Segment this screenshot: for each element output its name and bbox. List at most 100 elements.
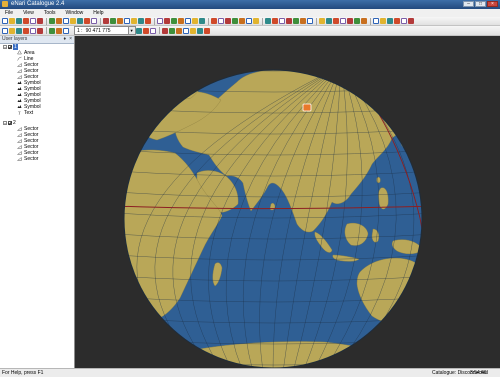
toolbar1-tool-icon[interactable] bbox=[110, 18, 116, 24]
toolbar2-tool-icon[interactable] bbox=[196, 27, 203, 34]
toolbar1-tool-icon[interactable] bbox=[340, 18, 346, 24]
toolbar1-tool-icon[interactable] bbox=[272, 18, 278, 24]
marker-icon[interactable] bbox=[302, 103, 312, 112]
toolbar1-tool-icon[interactable] bbox=[49, 18, 55, 24]
toolbar2-tool-icon[interactable] bbox=[23, 27, 29, 34]
toolbar1-tool-icon[interactable] bbox=[70, 18, 76, 24]
layer-group[interactable]: −1 bbox=[3, 44, 18, 50]
toolbar1-tool-icon[interactable] bbox=[380, 18, 386, 24]
selected-marker[interactable] bbox=[302, 103, 312, 112]
toolbar2-tool-icon[interactable] bbox=[142, 27, 149, 34]
toolbar1-tool-icon[interactable] bbox=[138, 18, 144, 24]
toolbar2-tool-icon[interactable] bbox=[49, 27, 55, 34]
toolbar1-tool-icon[interactable] bbox=[117, 18, 123, 24]
toolbar1-tool-icon[interactable] bbox=[232, 18, 238, 24]
toolbar2-tool-icon[interactable] bbox=[175, 27, 182, 34]
toolbar1-tool-icon[interactable] bbox=[326, 18, 332, 24]
toolbar1-tool-icon[interactable] bbox=[361, 18, 367, 24]
toolbar1-tool-icon[interactable] bbox=[185, 18, 191, 24]
toolbar1-tool-icon[interactable] bbox=[293, 18, 299, 24]
menu-file[interactable]: File bbox=[0, 9, 18, 17]
pin-icon[interactable]: ♦ bbox=[63, 36, 66, 43]
toolbar1-tool-icon[interactable] bbox=[211, 18, 217, 24]
toolbar1-tool-icon[interactable] bbox=[394, 18, 400, 24]
toolbar1-tool-icon[interactable] bbox=[178, 18, 184, 24]
toolbar1-tool-icon[interactable] bbox=[84, 18, 90, 24]
toolbar1-tool-icon[interactable] bbox=[37, 18, 43, 24]
toolbar1-tool-icon[interactable] bbox=[347, 18, 353, 24]
toolbar1-tool-icon[interactable] bbox=[354, 18, 360, 24]
toolbar1-tool-icon[interactable] bbox=[279, 18, 285, 24]
maximize-button[interactable]: □ bbox=[475, 1, 486, 7]
toolbar2-tool-icon[interactable] bbox=[161, 27, 168, 34]
chevron-down-icon[interactable]: ▼ bbox=[127, 27, 135, 34]
toolbar1-tool-icon[interactable] bbox=[401, 18, 407, 24]
menu-help[interactable]: Help bbox=[88, 9, 108, 17]
toolbar2-tool-icon[interactable] bbox=[16, 27, 22, 34]
toolbar1-tool-icon[interactable] bbox=[124, 18, 130, 24]
layer-group[interactable]: −2 bbox=[3, 120, 16, 126]
toolbar1-tool-icon[interactable] bbox=[225, 18, 231, 24]
toolbar2-tool-icon[interactable] bbox=[203, 27, 210, 34]
toolbar2-tool-icon[interactable] bbox=[2, 27, 8, 34]
toolbar2-tool-icon[interactable] bbox=[135, 27, 142, 34]
toolbar1-tool-icon[interactable] bbox=[300, 18, 306, 24]
toolbar1-tool-icon[interactable] bbox=[199, 18, 205, 24]
toolbar2-tool-icon[interactable] bbox=[30, 27, 36, 34]
toolbar2-tool-icon[interactable] bbox=[149, 27, 156, 34]
toolbar1-tool-icon[interactable] bbox=[218, 18, 224, 24]
toolbar1-tool-icon[interactable] bbox=[30, 18, 36, 24]
toolbar1-tool-icon[interactable] bbox=[9, 18, 15, 24]
toolbar1-tool-icon[interactable] bbox=[16, 18, 22, 24]
toolbar1-tool-icon[interactable] bbox=[171, 18, 177, 24]
toolbar1-tool-icon[interactable] bbox=[103, 18, 109, 24]
toolbar2-tool-icon[interactable] bbox=[182, 27, 189, 34]
toolbar1-tool-icon[interactable] bbox=[246, 18, 252, 24]
toolbar-separator bbox=[154, 17, 155, 25]
collapse-icon[interactable]: − bbox=[3, 45, 7, 50]
toolbar2-tool-icon[interactable] bbox=[56, 27, 62, 34]
toolbar1-tool-icon[interactable] bbox=[23, 18, 29, 24]
collapse-icon[interactable]: − bbox=[3, 121, 7, 126]
menu-view[interactable]: View bbox=[18, 9, 39, 17]
toolbar1-tool-icon[interactable] bbox=[192, 18, 198, 24]
toolbar1-tool-icon[interactable] bbox=[77, 18, 83, 24]
toolbar1-tool-icon[interactable] bbox=[307, 18, 313, 24]
visibility-checkbox[interactable] bbox=[8, 121, 12, 125]
close-button[interactable]: × bbox=[487, 1, 498, 7]
scale-combobox[interactable]: 1 :90 471 775 ▼ bbox=[74, 26, 136, 35]
toolbar1-tool-icon[interactable] bbox=[286, 18, 292, 24]
toolbar1-tool-icon[interactable] bbox=[145, 18, 151, 24]
scale-input[interactable]: 90 471 775 bbox=[85, 28, 128, 34]
toolbar2-tool-icon[interactable] bbox=[189, 27, 196, 34]
panel-close-icon[interactable]: × bbox=[69, 36, 72, 43]
toolbar1-tool-icon[interactable] bbox=[2, 18, 8, 24]
toolbar1-tool-icon[interactable] bbox=[387, 18, 393, 24]
toolbar2-tool-icon[interactable] bbox=[37, 27, 43, 34]
toolbar2-tool-icon[interactable] bbox=[63, 27, 69, 34]
toolbar1-tool-icon[interactable] bbox=[91, 18, 97, 24]
toolbar1-tool-icon[interactable] bbox=[239, 18, 245, 24]
visibility-checkbox[interactable] bbox=[8, 45, 12, 49]
toolbar1-tool-icon[interactable] bbox=[319, 18, 325, 24]
menu-tools[interactable]: Tools bbox=[39, 9, 61, 17]
toolbar1-tool-icon[interactable] bbox=[56, 18, 62, 24]
toolbar1-tool-icon[interactable] bbox=[253, 18, 259, 24]
toolbar1-tool-icon[interactable] bbox=[373, 18, 379, 24]
toolbar1-tool-icon[interactable] bbox=[131, 18, 137, 24]
layer-group-name[interactable]: 2 bbox=[13, 120, 16, 126]
toolbar1-tool-icon[interactable] bbox=[63, 18, 69, 24]
toolbar2-tool-icon[interactable] bbox=[9, 27, 15, 34]
minimize-button[interactable]: – bbox=[463, 1, 474, 7]
toolbar1-tool-icon[interactable] bbox=[408, 18, 414, 24]
layer-item[interactable]: T Text bbox=[17, 110, 33, 116]
map-view[interactable] bbox=[75, 36, 500, 368]
toolbar1-tool-icon[interactable] bbox=[265, 18, 271, 24]
toolbar1-tool-icon[interactable] bbox=[164, 18, 170, 24]
toolbar1-tool-icon[interactable] bbox=[157, 18, 163, 24]
menu-window[interactable]: Window bbox=[61, 9, 89, 17]
toolbar2-tool-icon[interactable] bbox=[168, 27, 175, 34]
toolbar1-tool-icon[interactable] bbox=[333, 18, 339, 24]
layer-item[interactable]: Sector bbox=[17, 156, 38, 162]
globe-map[interactable] bbox=[75, 36, 500, 368]
